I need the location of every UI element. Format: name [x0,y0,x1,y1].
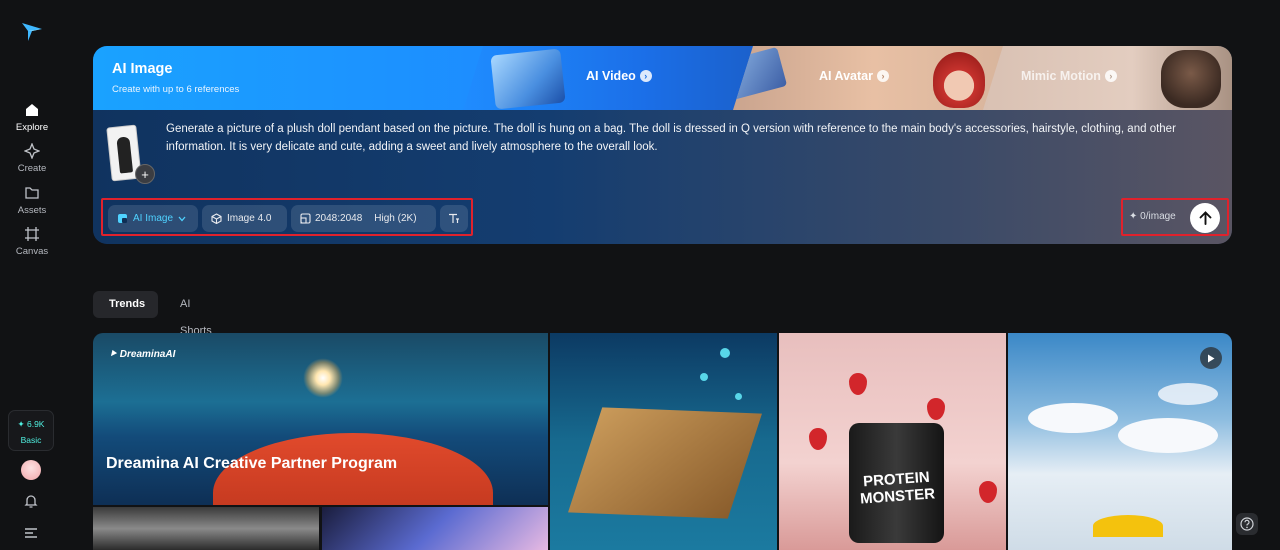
model-select[interactable]: Image 4.0 [202,205,287,232]
avatar[interactable] [21,460,41,480]
canvas-icon [25,227,39,241]
tab-ai-avatar[interactable]: AI Avatar › [733,46,1013,110]
folder-icon [25,187,39,199]
mimic-motion-thumbnail [1161,50,1221,108]
brand-logo: ⯈ DreaminaAI [109,349,176,360]
sidebar-item-label: Canvas [15,246,49,257]
chevron-right-icon: › [640,70,652,82]
sidebar-item-label: Explore [15,122,49,133]
gallery-card[interactable]: PROTEIN MONSTER [779,333,1006,550]
chevron-right-icon: › [877,70,889,82]
bubble [700,373,708,381]
quality-value: High (2K) [374,213,417,224]
arrow-up-icon [1199,211,1211,225]
bubble [720,348,730,358]
ai-video-label: AI Video › [586,69,652,83]
help-button[interactable] [1236,513,1258,535]
sidebar-item-explore[interactable]: Explore [0,102,64,133]
mimic-motion-label: Mimic Motion › [1021,69,1117,83]
mode-tabstrip: AI Video › AI Avatar › Mimic Motion › AI Im… [93,46,1232,110]
credit-cost: ✦ 0/image [1129,211,1176,222]
tab-ai-video[interactable]: AI Video › [463,46,763,110]
home-icon [26,104,38,116]
featured-card[interactable]: ⯈ DreaminaAI Dreamina AI Creative Partne… [93,333,548,505]
tab-mimic-motion[interactable]: Mimic Motion › [983,46,1232,110]
light-glow [303,358,343,398]
trends-gallery: ⯈ DreaminaAI Dreamina AI Creative Partne… [93,333,1232,550]
credits-amount: ✦ 6.9K [17,419,45,429]
sidebar-item-canvas[interactable]: Canvas [0,226,64,257]
gallery-card[interactable] [93,507,319,550]
image-icon [118,214,127,223]
tab-ai-shorts[interactable]: AI Shorts [164,291,228,337]
submit-area: ✦ 0/image [1121,198,1229,236]
cloud [1118,418,1218,453]
sidebar-item-assets[interactable]: Assets [0,185,64,216]
text-format-icon [449,213,459,223]
sidebar: Explore Create Assets Canvas ✦ 6.9K Basi… [0,0,64,550]
dreamina-logo-icon[interactable] [20,19,44,43]
help-icon [1240,517,1254,531]
gallery-card[interactable] [322,507,548,550]
ratio-value: 2048:2048 [315,213,363,224]
menu-icon[interactable] [24,527,38,539]
tab-trends[interactable]: Trends [93,291,158,318]
bubble [735,393,742,400]
plan-label: Basic [20,435,42,445]
strawberry-image [979,481,997,503]
sidebar-item-create[interactable]: Create [0,143,64,174]
page-title: AI Image [112,61,173,77]
chevron-down-icon [178,216,186,221]
ai-video-thumbnail [490,48,565,109]
add-reference-button[interactable]: + [135,164,155,184]
mode-select[interactable]: AI Image [108,205,198,232]
play-icon [1208,354,1215,362]
strawberry-image [809,428,827,450]
prompt-input[interactable]: Generate a picture of a plush doll penda… [166,121,1206,156]
cloud [1028,403,1118,433]
featured-title: Dreamina AI Creative Partner Program [106,455,398,472]
gallery-card[interactable] [1008,333,1232,550]
paraglider-image [1093,515,1163,537]
credits-badge[interactable]: ✦ 6.9K Basic [8,410,54,451]
sidebar-item-label: Create [17,163,47,174]
tab-ai-image[interactable] [93,46,493,110]
gallery-card[interactable] [550,333,777,550]
cube-icon [211,213,222,224]
resolution-select[interactable]: 2048:2048 High (2K) [291,205,436,232]
bell-icon[interactable] [24,494,38,509]
prompt-area: + Generate a picture of a plush doll pen… [93,110,1232,244]
isometric-board-image [568,407,762,519]
text-settings-button[interactable] [440,205,468,232]
generator-panel: AI Video › AI Avatar › Mimic Motion › AI Im… [93,46,1232,244]
page-subtitle: Create with up to 6 references [112,84,240,95]
protein-label: PROTEIN MONSTER [859,468,936,508]
chevron-right-icon: › [1104,70,1117,82]
strawberry-image [849,373,867,395]
generate-button[interactable] [1190,203,1220,233]
ai-avatar-label: AI Avatar › [819,69,889,83]
strawberry-image [927,398,945,420]
cloud [1158,383,1218,405]
sidebar-item-label: Assets [17,205,47,216]
aspect-ratio-icon [300,213,311,224]
avatar-character-image [933,52,985,108]
generation-settings-toolbar: AI Image Image 4.0 2048:2048 High (2K) [101,198,473,236]
sparkle-icon [24,143,40,159]
play-button[interactable] [1200,347,1222,369]
